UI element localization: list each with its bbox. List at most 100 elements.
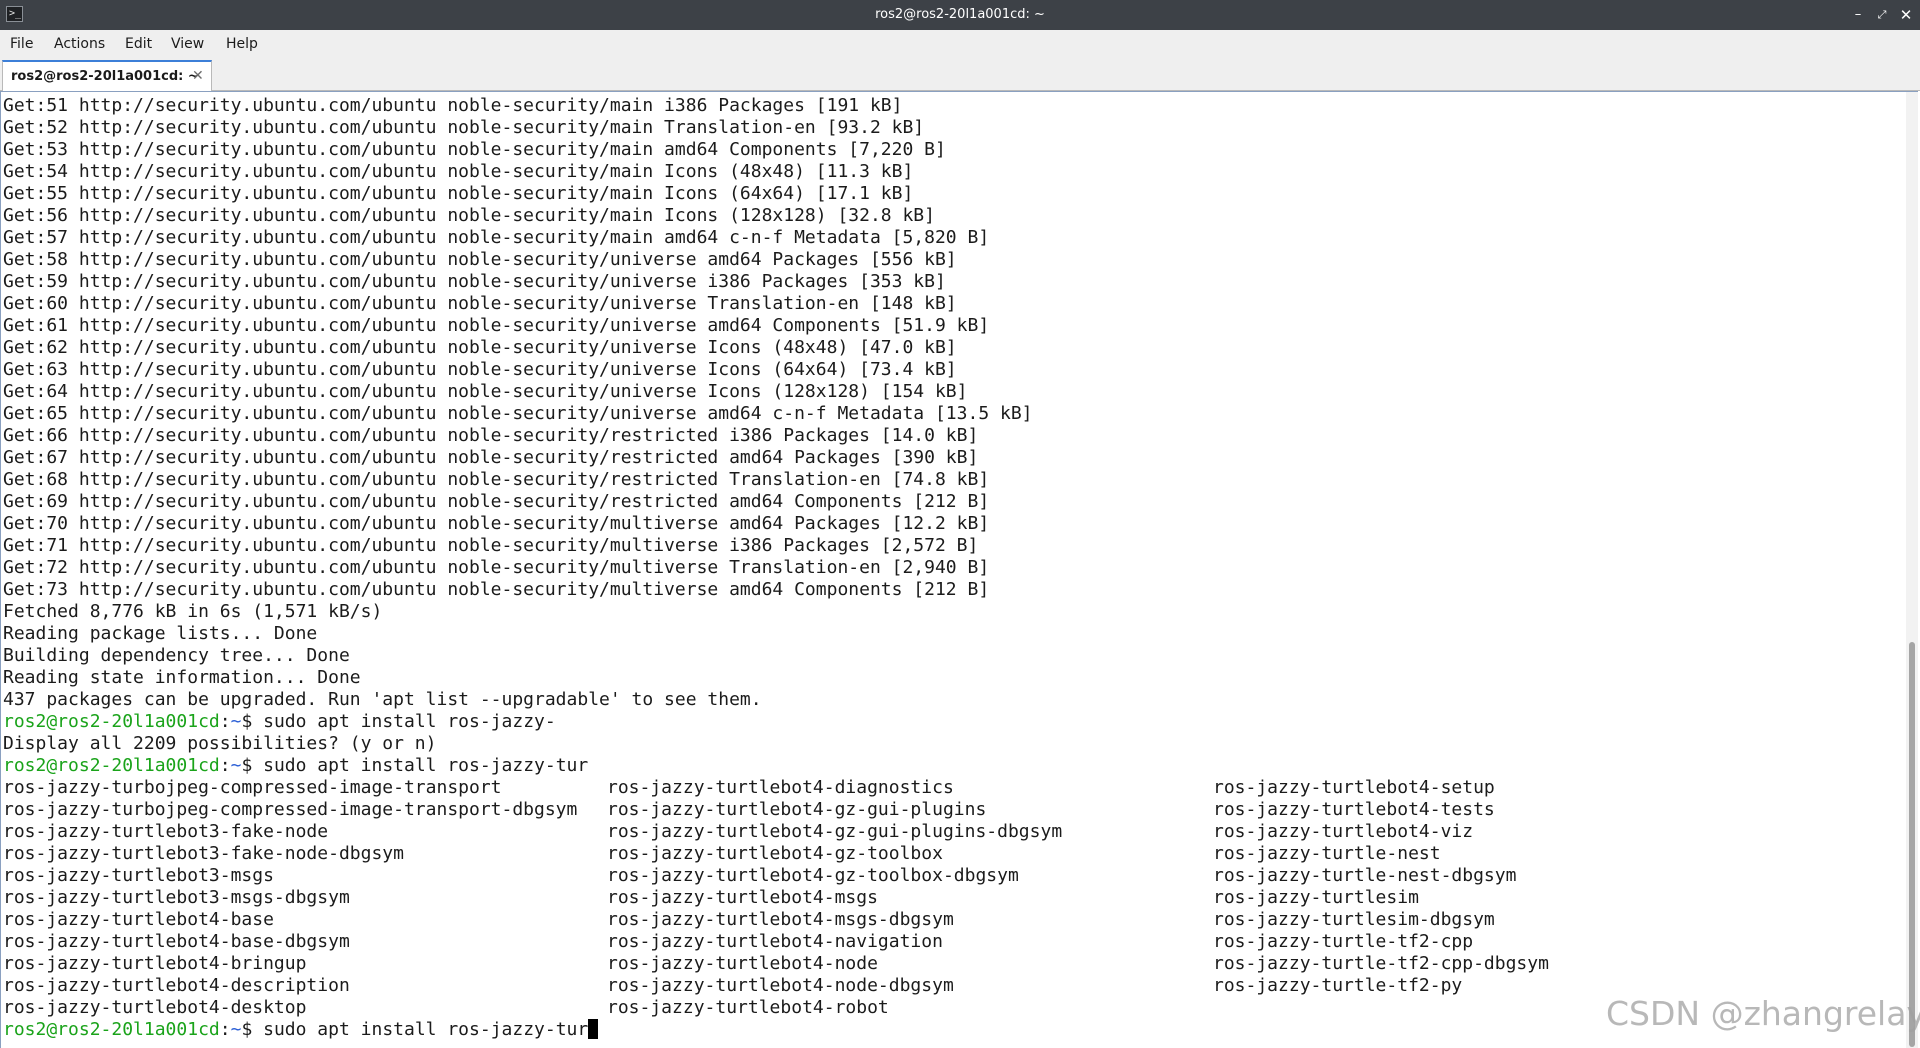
prompt-colon: : (219, 755, 231, 776)
output-line: Get:53 http://security.ubuntu.com/ubuntu… (3, 139, 946, 160)
completion-item: ros-jazzy-turtle-tf2-cpp-dbgsym (1213, 953, 1549, 974)
completion-item: ros-jazzy-turtle-nest-dbgsym (1213, 865, 1517, 886)
completion-item: ros-jazzy-turtlebot4-bringup (3, 953, 307, 974)
text-cursor (588, 1019, 599, 1039)
title-bar[interactable]: >_ ros2@ros2-20l1a001cd: ~ – ⤢ ✕ (0, 0, 1920, 30)
completion-item: ros-jazzy-turtlesim (1213, 887, 1419, 908)
watermark: CSDN @zhangrelay (1606, 994, 1920, 1033)
terminal-lines: Get:51 http://security.ubuntu.com/ubuntu… (3, 95, 1549, 1041)
completion-row: ros-jazzy-turbojpeg-compressed-image-tra… (3, 777, 1495, 799)
completion-row: ros-jazzy-turtlebot3-fake-node-dbgsym ros… (3, 843, 1441, 865)
completion-item: ros-jazzy-turtlebot4-setup (1213, 777, 1495, 798)
completion-item: ros-jazzy-turtlebot4-gz-gui-plugins-dbgs… (607, 821, 1063, 842)
minimize-icon[interactable]: – (1848, 5, 1868, 25)
output-line: Get:55 http://security.ubuntu.com/ubuntu… (3, 183, 914, 204)
completion-item: ros-jazzy-turtlebot4-msgs (607, 887, 878, 908)
output-line: Get:51 http://security.ubuntu.com/ubuntu… (3, 95, 903, 116)
completion-item: ros-jazzy-turbojpeg-compressed-image-tra… (3, 799, 578, 820)
menu-edit[interactable]: Edit (125, 30, 152, 58)
command-text: sudo apt install ros-jazzy-tur (252, 755, 589, 776)
tab-close-icon[interactable]: ✕ (192, 62, 204, 91)
output-line: Reading package lists... Done (3, 623, 318, 644)
prompt-dollar: $ (241, 1019, 253, 1040)
output-line: Get:69 http://security.ubuntu.com/ubuntu… (3, 491, 990, 512)
output-line: Get:58 http://security.ubuntu.com/ubuntu… (3, 249, 957, 270)
output-line: Get:67 http://security.ubuntu.com/ubuntu… (3, 447, 979, 468)
completion-grid: ros-jazzy-turbojpeg-compressed-image-tra… (3, 777, 1549, 1019)
terminal-output[interactable]: Get:51 http://security.ubuntu.com/ubuntu… (0, 91, 1918, 1048)
output-line: Get:62 http://security.ubuntu.com/ubuntu… (3, 337, 957, 358)
completion-item: ros-jazzy-turtle-tf2-cpp (1213, 931, 1474, 952)
output-line: Get:63 http://security.ubuntu.com/ubuntu… (3, 359, 957, 380)
completion-item: ros-jazzy-turtlebot3-fake-node-dbgsym (3, 843, 404, 864)
prompt-user-host: ros2@ros2-20l1a001cd (3, 1019, 220, 1040)
completion-row: ros-jazzy-turtlebot4-description ros-jazz… (3, 975, 1462, 997)
output-line: Display all 2209 possibilities? (y or n) (3, 733, 437, 754)
completion-item: ros-jazzy-turtlebot4-node-dbgsym (607, 975, 954, 996)
completion-item: ros-jazzy-turtlesim-dbgsym (1213, 909, 1495, 930)
menu-view[interactable]: View (171, 30, 204, 58)
prompt-line-3: ros2@ros2-20l1a001cd:~$ sudo apt install… (3, 1019, 1033, 1041)
prompt-user-host: ros2@ros2-20l1a001cd (3, 711, 220, 732)
menu-help[interactable]: Help (226, 30, 258, 58)
completion-item: ros-jazzy-turtlebot4-msgs-dbgsym (607, 909, 954, 930)
completion-item: ros-jazzy-turtlebot4-robot (607, 997, 889, 1018)
scrollbar-thumb[interactable] (1909, 642, 1915, 1047)
completion-item: ros-jazzy-turtle-nest (1213, 843, 1441, 864)
menu-file[interactable]: File (10, 30, 33, 58)
command-text: sudo apt install ros-jazzy- (252, 711, 556, 732)
command-input[interactable]: sudo apt install ros-jazzy-tur (252, 1019, 588, 1040)
prompt-colon: : (219, 1019, 231, 1040)
completion-item: ros-jazzy-turtlebot4-desktop (3, 997, 307, 1018)
menu-bar: File Actions Edit View Help (0, 30, 1920, 58)
menu-actions[interactable]: Actions (54, 30, 105, 58)
prompt-dollar: $ (241, 755, 253, 776)
prompt-line-2: ros2@ros2-20l1a001cd:~$ sudo apt install… (3, 755, 1033, 777)
completion-item: ros-jazzy-turtlebot4-tests (1213, 799, 1495, 820)
prompt-dir: ~ (230, 755, 242, 776)
tab-terminal[interactable]: ros2@ros2-20l1a001cd: ~ ✕ (2, 60, 212, 91)
prompt-dir: ~ (230, 711, 242, 732)
completion-item: ros-jazzy-turtlebot4-description (3, 975, 350, 996)
output-line: Get:57 http://security.ubuntu.com/ubuntu… (3, 227, 990, 248)
output-line: 437 packages can be upgraded. Run 'apt l… (3, 689, 762, 710)
output-line: Get:70 http://security.ubuntu.com/ubuntu… (3, 513, 990, 534)
completion-row: ros-jazzy-turbojpeg-compressed-image-tra… (3, 799, 1495, 821)
completion-item: ros-jazzy-turtlebot4-base-dbgsym (3, 931, 350, 952)
output-line: Get:68 http://security.ubuntu.com/ubuntu… (3, 469, 990, 490)
completion-item: ros-jazzy-turtlebot4-viz (1213, 821, 1474, 842)
output-line: Get:56 http://security.ubuntu.com/ubuntu… (3, 205, 935, 226)
output-line: Reading state information... Done (3, 667, 361, 688)
output-line: Building dependency tree... Done (3, 645, 350, 666)
completion-item: ros-jazzy-turtlebot3-fake-node (3, 821, 329, 842)
completion-item: ros-jazzy-turtle-tf2-py (1213, 975, 1463, 996)
completion-row: ros-jazzy-turtlebot4-bringup ros-jazzy-tu… (3, 953, 1549, 975)
close-icon[interactable]: ✕ (1896, 5, 1916, 25)
output-line: Get:73 http://security.ubuntu.com/ubuntu… (3, 579, 990, 600)
completion-item: ros-jazzy-turtlebot4-gz-toolbox-dbgsym (607, 865, 1019, 886)
terminal-window: >_ ros2@ros2-20l1a001cd: ~ – ⤢ ✕ File Ac… (0, 0, 1920, 1048)
prompt-dollar: $ (241, 711, 253, 732)
output-line: Get:65 http://security.ubuntu.com/ubuntu… (3, 403, 1033, 424)
completion-item: ros-jazzy-turtlebot4-node (607, 953, 878, 974)
output-line: Get:71 http://security.ubuntu.com/ubuntu… (3, 535, 979, 556)
completion-item: ros-jazzy-turtlebot4-navigation (607, 931, 943, 952)
vertical-scrollbar[interactable] (1906, 92, 1918, 1048)
completion-row: ros-jazzy-turtlebot3-msgs ros-jazzy-turtl… (3, 865, 1516, 887)
prompt-dir: ~ (230, 1019, 242, 1040)
completion-row: ros-jazzy-turtlebot3-msgs-dbgsym ros-jazz… (3, 887, 1419, 909)
output-line: Get:66 http://security.ubuntu.com/ubuntu… (3, 425, 979, 446)
completion-item: ros-jazzy-turtlebot4-gz-gui-plugins (607, 799, 987, 820)
output-line: Get:61 http://security.ubuntu.com/ubuntu… (3, 315, 990, 336)
maximize-icon[interactable]: ⤢ (1872, 5, 1892, 25)
completion-item: ros-jazzy-turbojpeg-compressed-image-tra… (3, 777, 502, 798)
output-line: Get:59 http://security.ubuntu.com/ubuntu… (3, 271, 946, 292)
window-title: ros2@ros2-20l1a001cd: ~ (875, 7, 1045, 22)
output-line: Fetched 8,776 kB in 6s (1,571 kB/s) (3, 601, 383, 622)
completion-item: ros-jazzy-turtlebot4-base (3, 909, 274, 930)
output-lines: Get:51 http://security.ubuntu.com/ubuntu… (3, 95, 1033, 711)
completion-item: ros-jazzy-turtlebot3-msgs (3, 865, 274, 886)
output-line: Get:52 http://security.ubuntu.com/ubuntu… (3, 117, 925, 138)
output-line: Get:72 http://security.ubuntu.com/ubuntu… (3, 557, 990, 578)
output-line: Get:54 http://security.ubuntu.com/ubuntu… (3, 161, 914, 182)
